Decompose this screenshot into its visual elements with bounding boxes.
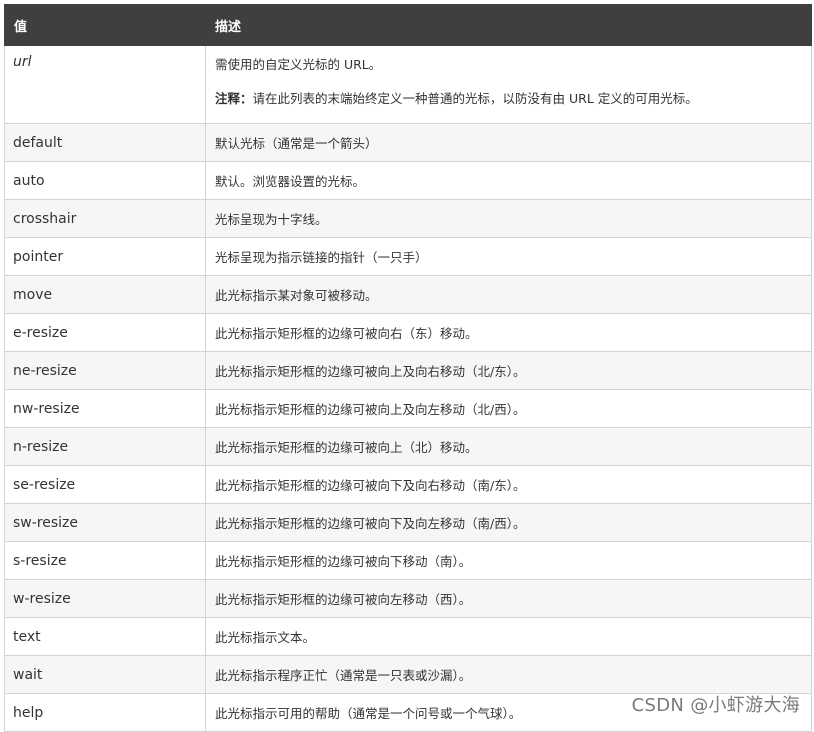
header-value: 值	[4, 4, 206, 46]
cell-value: help	[4, 693, 206, 732]
cell-value: auto	[4, 161, 206, 200]
cell-value: ne-resize	[4, 351, 206, 390]
note-text: 请在此列表的末端始终定义一种普通的光标，以防没有由 URL 定义的可用光标。	[252, 91, 698, 106]
note-label: 注释：	[215, 91, 253, 106]
cell-description: 此光标指示矩形框的边缘可被向下移动（南）。	[205, 541, 812, 580]
table-row: ne-resize 此光标指示矩形框的边缘可被向上及向右移动（北/东）。	[4, 351, 812, 390]
value-text: url	[13, 54, 32, 70]
cell-description: 光标呈现为十字线。	[205, 199, 812, 238]
table-row: move 此光标指示某对象可被移动。	[4, 275, 812, 314]
cell-value: url	[4, 45, 206, 124]
table-row: wait 此光标指示程序正忙（通常是一只表或沙漏）。	[4, 655, 812, 694]
cell-description: 此光标指示矩形框的边缘可被向下及向左移动（南/西）。	[205, 503, 812, 542]
cell-description: 默认光标（通常是一个箭头）	[205, 123, 812, 162]
cell-description: 此光标指示程序正忙（通常是一只表或沙漏）。	[205, 655, 812, 694]
cell-description: 此光标指示文本。	[205, 617, 812, 656]
table-row: text 此光标指示文本。	[4, 617, 812, 656]
table-row: pointer 光标呈现为指示链接的指针（一只手）	[4, 237, 812, 276]
cell-value: pointer	[4, 237, 206, 276]
cell-value: nw-resize	[4, 389, 206, 428]
table-row: sw-resize 此光标指示矩形框的边缘可被向下及向左移动（南/西）。	[4, 503, 812, 542]
cell-description: 此光标指示矩形框的边缘可被向上及向右移动（北/东）。	[205, 351, 812, 390]
table-row: crosshair 光标呈现为十字线。	[4, 199, 812, 238]
cell-value: crosshair	[4, 199, 206, 238]
cell-value: e-resize	[4, 313, 206, 352]
table-header: 值 描述	[4, 4, 812, 46]
cell-value: n-resize	[4, 427, 206, 466]
cell-value: move	[4, 275, 206, 314]
cell-value: s-resize	[4, 541, 206, 580]
cell-description: 需使用的自定义光标的 URL。 注释：请在此列表的末端始终定义一种普通的光标，以…	[205, 45, 812, 124]
cell-description: 此光标指示矩形框的边缘可被向左移动（西）。	[205, 579, 812, 618]
table-row: n-resize 此光标指示矩形框的边缘可被向上（北）移动。	[4, 427, 812, 466]
csdn-watermark: CSDN @小虾游大海	[631, 695, 800, 716]
cell-description: 此光标指示矩形框的边缘可被向上（北）移动。	[205, 427, 812, 466]
header-description: 描述	[205, 4, 812, 46]
cell-value: w-resize	[4, 579, 206, 618]
cell-value: default	[4, 123, 206, 162]
table-row: default 默认光标（通常是一个箭头）	[4, 123, 812, 162]
cell-value: sw-resize	[4, 503, 206, 542]
table-body: url 需使用的自定义光标的 URL。 注释：请在此列表的末端始终定义一种普通的…	[4, 45, 812, 732]
cell-value: wait	[4, 655, 206, 694]
header-row: 值 描述	[4, 4, 812, 46]
cursor-values-table: 值 描述 url 需使用的自定义光标的 URL。 注释：请在此列表的末端始终定义…	[4, 4, 812, 732]
table-row: url 需使用的自定义光标的 URL。 注释：请在此列表的末端始终定义一种普通的…	[4, 45, 812, 124]
cell-description: 默认。浏览器设置的光标。	[205, 161, 812, 200]
cell-description: 此光标指示矩形框的边缘可被向右（东）移动。	[205, 313, 812, 352]
cursor-values-table-container: 值 描述 url 需使用的自定义光标的 URL。 注释：请在此列表的末端始终定义…	[4, 4, 812, 732]
table-row: se-resize 此光标指示矩形框的边缘可被向下及向右移动（南/东）。	[4, 465, 812, 504]
cell-description: 光标呈现为指示链接的指针（一只手）	[205, 237, 812, 276]
table-row: w-resize 此光标指示矩形框的边缘可被向左移动（西）。	[4, 579, 812, 618]
cell-description: 此光标指示某对象可被移动。	[205, 275, 812, 314]
table-row: nw-resize 此光标指示矩形框的边缘可被向上及向左移动（北/西）。	[4, 389, 812, 428]
description-text: 需使用的自定义光标的 URL。	[215, 57, 382, 72]
cell-description: 此光标指示矩形框的边缘可被向上及向左移动（北/西）。	[205, 389, 812, 428]
note-line: 注释：请在此列表的末端始终定义一种普通的光标，以防没有由 URL 定义的可用光标…	[215, 88, 811, 107]
table-row: e-resize 此光标指示矩形框的边缘可被向右（东）移动。	[4, 313, 812, 352]
table-row: auto 默认。浏览器设置的光标。	[4, 161, 812, 200]
cell-value: se-resize	[4, 465, 206, 504]
cell-description: 此光标指示矩形框的边缘可被向下及向右移动（南/东）。	[205, 465, 812, 504]
table-row: s-resize 此光标指示矩形框的边缘可被向下移动（南）。	[4, 541, 812, 580]
cell-value: text	[4, 617, 206, 656]
